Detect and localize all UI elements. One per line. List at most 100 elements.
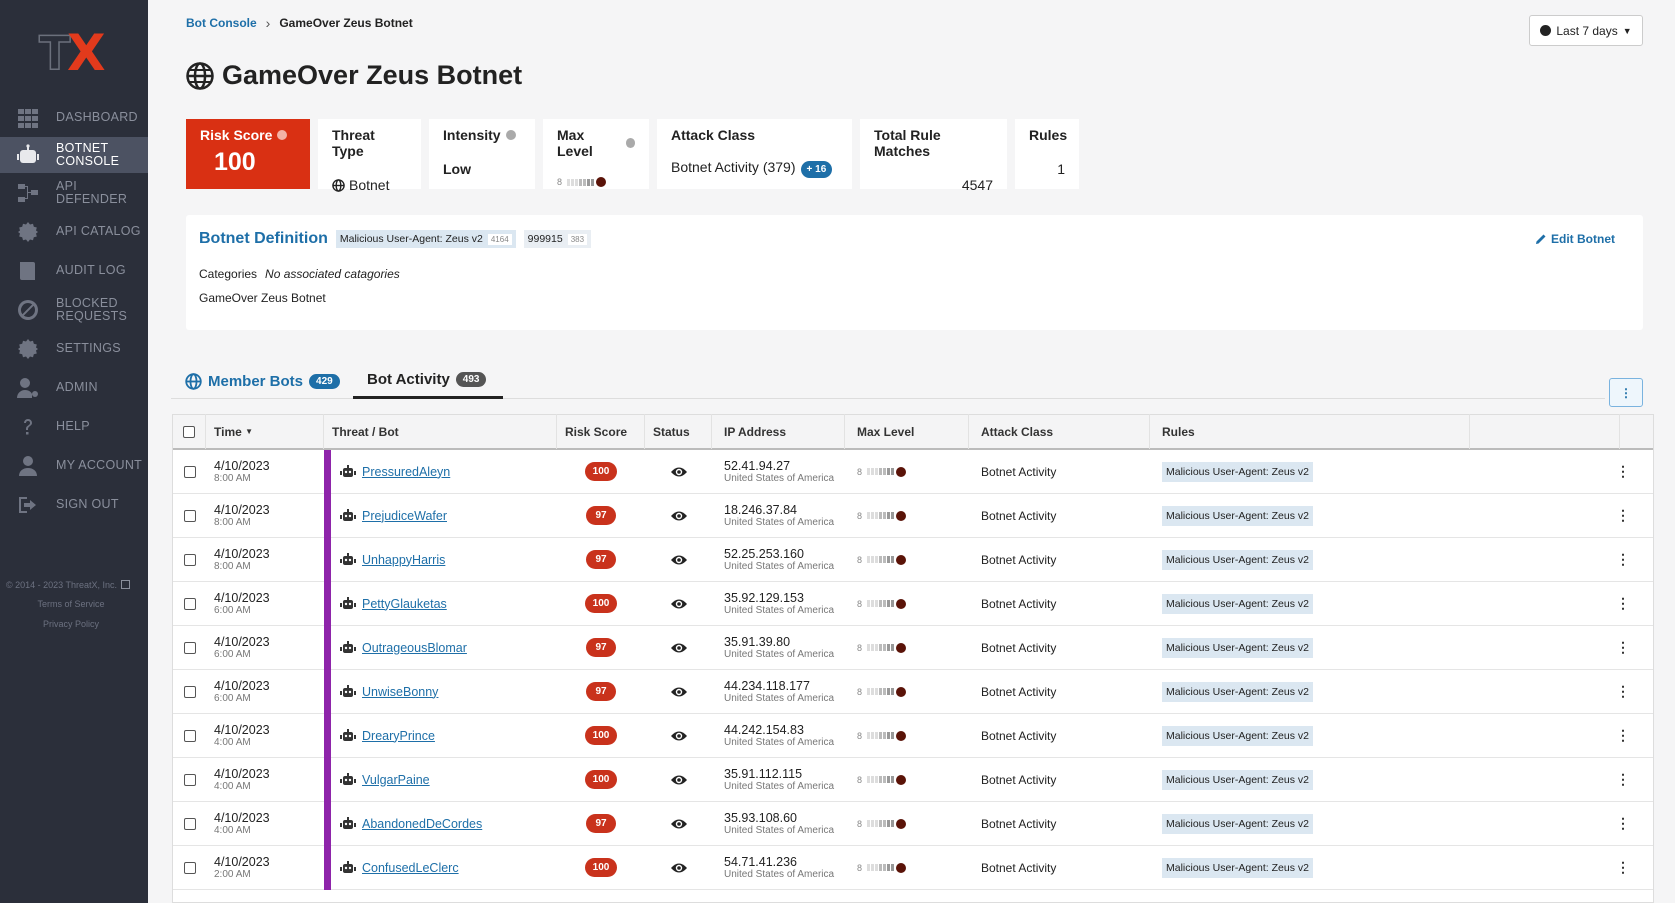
eye-icon[interactable] bbox=[670, 818, 688, 830]
table-row[interactable]: 4/10/2023 4:00 AM DrearyPrince 100 44.242.15… bbox=[173, 713, 1653, 758]
sidebar-item-admin[interactable]: Admin bbox=[0, 368, 148, 407]
bot-link[interactable]: VulgarPaine bbox=[362, 773, 430, 787]
robot-icon bbox=[340, 684, 356, 697]
tab-bot-activity[interactable]: Bot Activity 493 bbox=[353, 363, 503, 399]
rule-chip[interactable]: Malicious User-Agent: Zeus v2 bbox=[1162, 725, 1313, 746]
rule-chip[interactable]: Malicious User-Agent: Zeus v2 bbox=[1162, 681, 1313, 702]
bot-link[interactable]: UnwiseBonny bbox=[362, 685, 438, 699]
sidebar-item-api-defender[interactable]: API Defender bbox=[0, 173, 148, 212]
eye-icon[interactable] bbox=[670, 510, 688, 522]
bot-link[interactable]: PrejudiceWafer bbox=[362, 509, 447, 523]
eye-icon[interactable] bbox=[670, 862, 688, 874]
breadcrumb-bot-console[interactable]: Bot Console bbox=[186, 16, 257, 30]
row-checkbox[interactable] bbox=[183, 465, 196, 478]
threatx-logo[interactable]: T X bbox=[35, 24, 115, 82]
bot-link[interactable]: PressuredAleyn bbox=[362, 465, 450, 479]
bot-link[interactable]: UnhappyHarris bbox=[362, 553, 445, 567]
table-row[interactable]: 4/10/2023 6:00 AM UnwiseBonny 97 44.234.118.… bbox=[173, 669, 1653, 714]
sidebar-item-botnet-console[interactable]: Botnet Console bbox=[0, 137, 148, 173]
attack-class-more-badge[interactable]: + 16 bbox=[800, 161, 833, 178]
edit-botnet-button[interactable]: Edit Botnet bbox=[1535, 232, 1615, 246]
sidebar-item-api-catalog[interactable]: API Catalog bbox=[0, 212, 148, 251]
row-checkbox[interactable] bbox=[183, 597, 196, 610]
rule-chip[interactable]: Malicious User-Agent: Zeus v2 bbox=[1162, 549, 1313, 570]
row-time: 8:00 AM bbox=[214, 473, 251, 484]
select-all-checkbox[interactable] bbox=[183, 425, 195, 438]
rule-chip[interactable]: Malicious User-Agent: Zeus v2 bbox=[1162, 637, 1313, 658]
bot-link[interactable]: PettyGlauketas bbox=[362, 597, 447, 611]
col-risk-score[interactable]: Risk Score bbox=[557, 414, 645, 449]
definition-chip[interactable]: 999915 383 bbox=[523, 230, 592, 248]
eye-icon[interactable] bbox=[670, 686, 688, 698]
terms-link[interactable]: Terms of Service bbox=[0, 599, 142, 609]
info-icon[interactable] bbox=[505, 130, 516, 140]
eye-icon[interactable] bbox=[670, 774, 688, 786]
table-row[interactable]: 4/10/2023 8:00 AM PrejudiceWafer 97 18.246.3… bbox=[173, 493, 1653, 538]
eye-icon[interactable] bbox=[670, 466, 688, 478]
table-row[interactable]: 4/10/2023 6:00 AM PettyGlauketas 100 35.92.1… bbox=[173, 581, 1653, 626]
row-actions-kebab-icon[interactable]: ⋮ bbox=[1616, 639, 1630, 656]
table-row[interactable]: 4/10/2023 4:00 AM AbandonedDeCordes 97 35.93… bbox=[173, 801, 1653, 846]
table-row[interactable]: 4/10/2023 8:00 AM UnhappyHarris 97 52.25.253… bbox=[173, 537, 1653, 582]
row-actions-kebab-icon[interactable]: ⋮ bbox=[1616, 683, 1630, 700]
col-ip-address[interactable]: IP Address bbox=[712, 414, 845, 449]
row-checkbox[interactable] bbox=[183, 861, 196, 874]
ip-address: 35.92.129.153 bbox=[724, 591, 804, 605]
info-icon[interactable] bbox=[625, 138, 635, 148]
col-max-level[interactable]: Max Level bbox=[845, 414, 969, 449]
row-actions-kebab-icon[interactable]: ⋮ bbox=[1616, 595, 1630, 612]
privacy-link[interactable]: Privacy Policy bbox=[0, 619, 142, 629]
sidebar-item-dashboard[interactable]: Dashboard bbox=[0, 98, 148, 137]
sidebar-item-help[interactable]: Help bbox=[0, 407, 148, 446]
col-status[interactable]: Status bbox=[645, 414, 712, 449]
bot-link[interactable]: OutrageousBlomar bbox=[362, 641, 467, 655]
row-checkbox[interactable] bbox=[183, 641, 196, 654]
sidebar-item-audit-log[interactable]: Audit Log bbox=[0, 251, 148, 290]
table-row[interactable]: 4/10/2023 4:00 AM VulgarPaine 100 35.91.112.… bbox=[173, 757, 1653, 802]
rule-chip[interactable]: Malicious User-Agent: Zeus v2 bbox=[1162, 505, 1313, 526]
eye-icon[interactable] bbox=[670, 598, 688, 610]
row-actions-kebab-icon[interactable]: ⋮ bbox=[1616, 551, 1630, 568]
row-actions-kebab-icon[interactable]: ⋮ bbox=[1616, 727, 1630, 744]
sidebar-item-settings[interactable]: Settings bbox=[0, 329, 148, 368]
table-options-button[interactable]: ⋮ bbox=[1609, 378, 1643, 407]
bot-link[interactable]: DrearyPrince bbox=[362, 729, 435, 743]
table-row[interactable]: 4/10/2023 2:00 AM ConfusedLeClerc 100 54.71.… bbox=[173, 845, 1653, 890]
bot-link[interactable]: ConfusedLeClerc bbox=[362, 861, 459, 875]
col-attack-class[interactable]: Attack Class bbox=[969, 414, 1150, 449]
rule-chip[interactable]: Malicious User-Agent: Zeus v2 bbox=[1162, 769, 1313, 790]
row-actions-kebab-icon[interactable]: ⋮ bbox=[1616, 859, 1630, 876]
row-actions-kebab-icon[interactable]: ⋮ bbox=[1616, 771, 1630, 788]
sidebar-item-sign-out[interactable]: Sign Out bbox=[0, 485, 148, 524]
row-checkbox[interactable] bbox=[183, 553, 196, 566]
row-checkbox[interactable] bbox=[183, 509, 196, 522]
external-link-icon[interactable] bbox=[121, 580, 131, 589]
col-threat-bot[interactable]: Threat / Bot bbox=[324, 414, 557, 449]
info-icon[interactable] bbox=[277, 130, 288, 140]
col-rules[interactable]: Rules bbox=[1150, 414, 1470, 449]
bot-link[interactable]: AbandonedDeCordes bbox=[362, 817, 482, 831]
row-actions-kebab-icon[interactable]: ⋮ bbox=[1616, 463, 1630, 480]
definition-chip[interactable]: Malicious User-Agent: Zeus v2 4164 bbox=[335, 230, 516, 248]
eye-icon[interactable] bbox=[670, 730, 688, 742]
rule-chip[interactable]: Malicious User-Agent: Zeus v2 bbox=[1162, 461, 1313, 482]
row-checkbox[interactable] bbox=[183, 729, 196, 742]
rule-chip[interactable]: Malicious User-Agent: Zeus v2 bbox=[1162, 593, 1313, 614]
col-time[interactable]: Time ▼ bbox=[206, 414, 324, 449]
eye-icon[interactable] bbox=[670, 554, 688, 566]
tab-member-bots[interactable]: Member Bots 429 bbox=[171, 363, 354, 399]
date-range-dropdown[interactable]: Last 7 days ▼ bbox=[1529, 15, 1643, 46]
row-actions-kebab-icon[interactable]: ⋮ bbox=[1616, 507, 1630, 524]
eye-icon[interactable] bbox=[670, 642, 688, 654]
row-time: 4:00 AM bbox=[214, 781, 251, 792]
table-row[interactable]: 4/10/2023 6:00 AM OutrageousBlomar 97 35.91.… bbox=[173, 625, 1653, 670]
table-row[interactable]: 4/10/2023 8:00 AM PressuredAleyn 100 52.41.9… bbox=[173, 449, 1653, 494]
sidebar-item-my-account[interactable]: My Account bbox=[0, 446, 148, 485]
row-checkbox[interactable] bbox=[183, 685, 196, 698]
rule-chip[interactable]: Malicious User-Agent: Zeus v2 bbox=[1162, 857, 1313, 878]
rule-chip[interactable]: Malicious User-Agent: Zeus v2 bbox=[1162, 813, 1313, 834]
row-checkbox[interactable] bbox=[183, 773, 196, 786]
row-actions-kebab-icon[interactable]: ⋮ bbox=[1616, 815, 1630, 832]
sidebar-item-blocked-requests[interactable]: Blocked Requests bbox=[0, 290, 148, 329]
row-checkbox[interactable] bbox=[183, 817, 196, 830]
